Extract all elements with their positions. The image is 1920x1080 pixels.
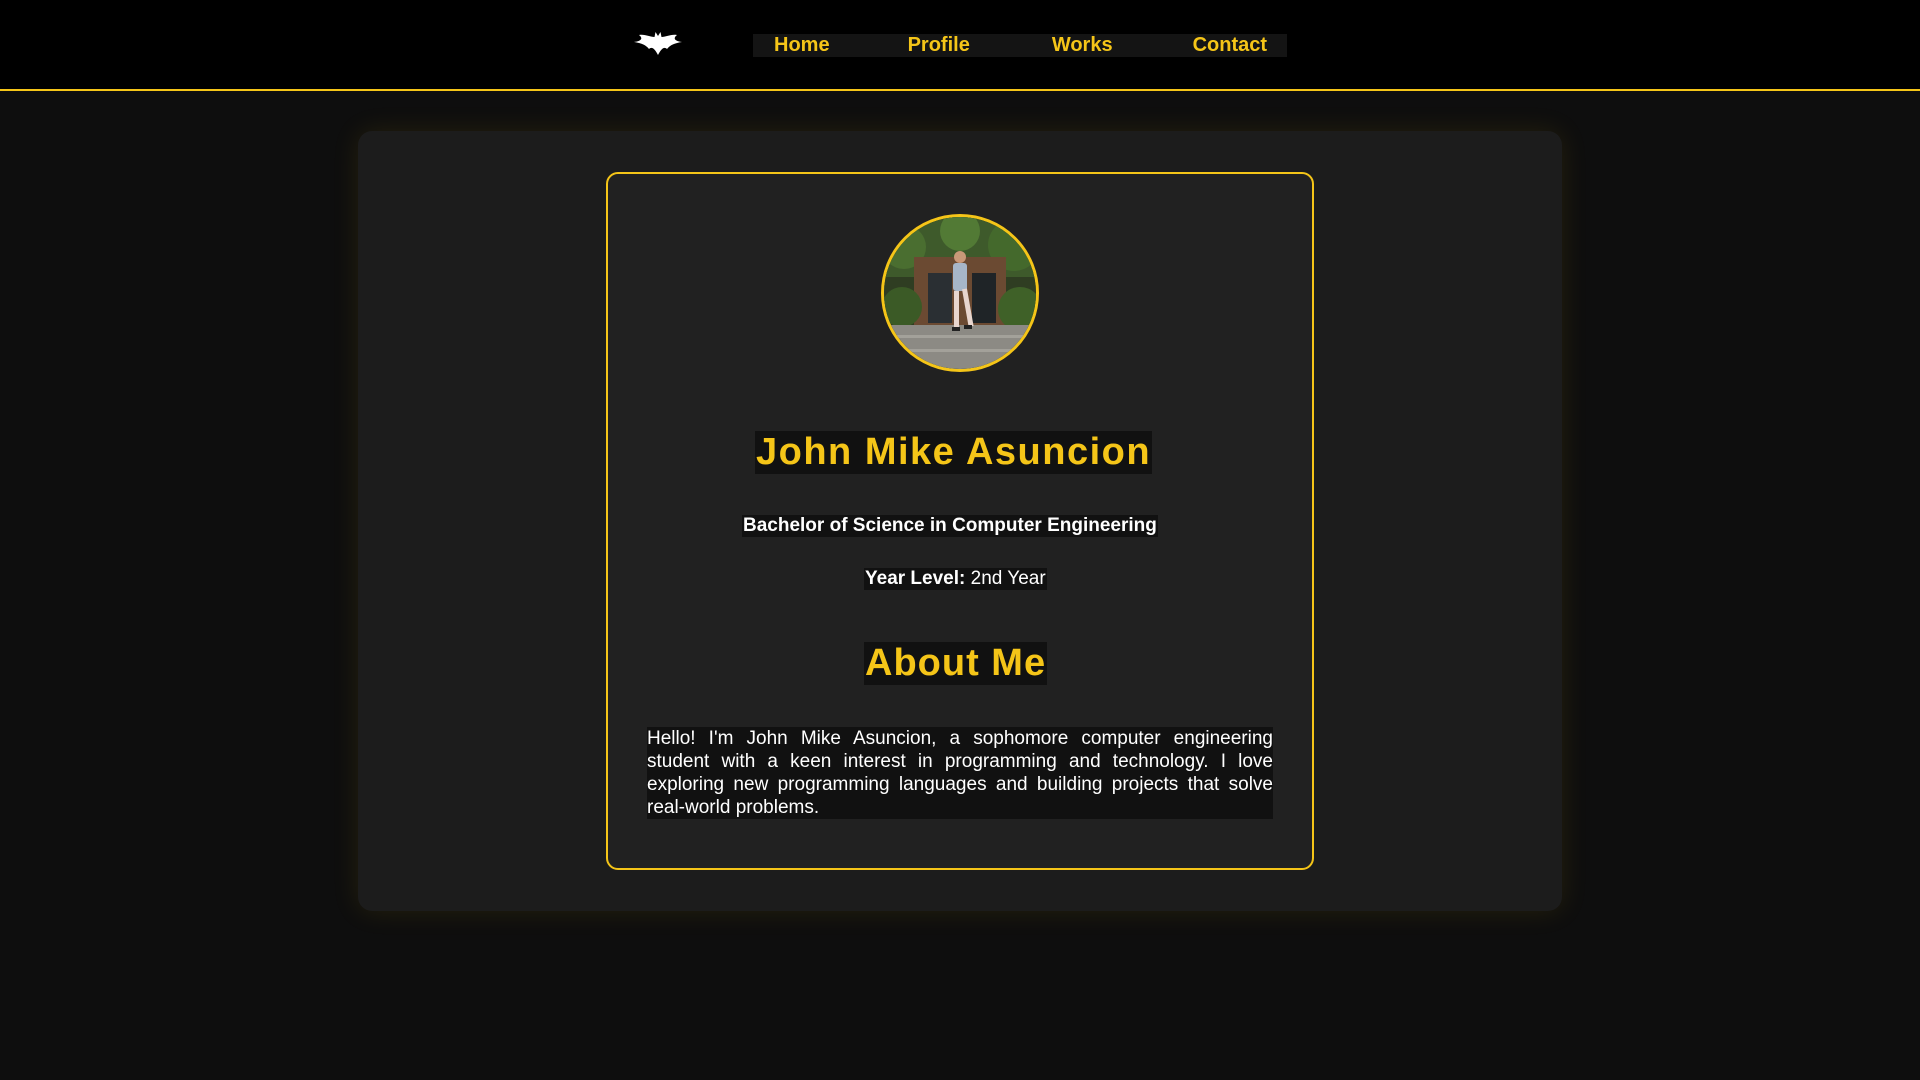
year-level-label: Year Level: [865,568,966,589]
about-heading: About Me [864,642,1048,685]
profile-degree: Bachelor of Science in Computer Engineer… [742,515,1158,537]
profile-photo [881,214,1039,372]
main-nav: Home Profile Works Contact [753,34,1288,57]
nav-contact-link[interactable]: Contact [1172,34,1287,57]
year-level-value: 2nd Year [965,568,1046,589]
about-paragraph: Hello! I'm John Mike Asuncion, a sophomo… [647,727,1273,819]
nav-profile-link[interactable]: Profile [887,34,991,57]
nav-works-link[interactable]: Works [1031,34,1134,57]
profile-year-level: Year Level: 2nd Year [864,568,1047,590]
top-navbar: Home Profile Works Contact [0,0,1920,91]
nav-home-link[interactable]: Home [753,34,851,57]
profile-name: John Mike Asuncion [755,431,1153,474]
bat-logo-icon[interactable] [632,30,684,58]
